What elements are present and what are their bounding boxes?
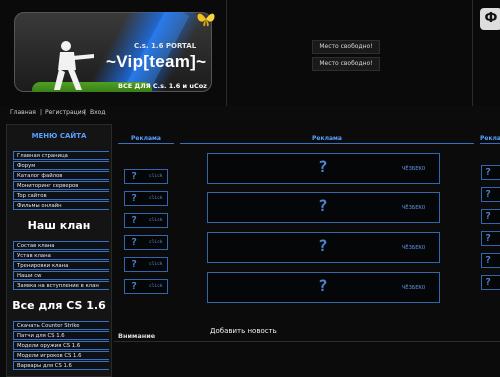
nav-login-link[interactable]: Вход [90,109,106,116]
small-ad-slot[interactable]: ? click [124,191,168,206]
logo-title: ~Vip[team]~ [106,52,207,71]
ad-tag: click [149,262,163,267]
sidebar-item-files[interactable]: Каталог файлов [13,171,109,180]
ad-tag: ЧЁЗБЕКО [402,285,426,291]
menu-title: МЕНЮ САЙТА [31,132,87,140]
site-header: C.s. 1.6 PORTAL ~Vip[team]~ ВСЕ ДЛЯ C.s.… [0,0,500,106]
sidebar-item-cs-players[interactable]: Модели игроков CS 1.6 [13,351,109,360]
placeholder-icon: ? [485,233,492,244]
placeholder-icon: ? [131,193,138,204]
placeholder-icon: ? [131,259,138,270]
nav-home-link[interactable]: Главная [10,109,36,116]
sidebar-item-clan-roster[interactable]: Состав клана [13,241,109,250]
add-news-link[interactable]: Добавить новость [210,327,277,335]
header-divider [226,0,227,106]
ad-tag: ЧЁЗБЕКО [402,245,426,251]
sidebar-item-clan-join[interactable]: Заявка на вступление в клан [13,281,109,290]
nav-separator: | [84,109,87,116]
right-ad-header: Рекла [480,135,500,144]
left-ad-header: Реклама [118,135,174,144]
placeholder-icon: ? [131,281,138,292]
sidebar-item-clan-cw[interactable]: Наши cw [13,271,109,280]
placeholder-icon: ? [131,215,138,226]
nav-separator: | [40,109,43,116]
placeholder-icon: ? [318,196,328,215]
placeholder-icon: ? [485,255,492,266]
right-ad-slot[interactable]: ? [481,231,500,246]
wide-ad-slot[interactable]: ? ЧЁЗБЕКО [207,192,440,223]
placeholder-icon: ? [318,236,328,255]
logo-subtitle: C.s. 1.6 PORTAL [134,42,197,50]
butterfly-icon [197,13,215,27]
small-ad-slot[interactable]: ? click [124,279,168,294]
logo-tagline: ВСЕ ДЛЯ C.s. 1.6 и uCoz [118,82,207,90]
wide-ad-slot[interactable]: ? ЧЁЗБЕКО [207,232,440,263]
section-divider [114,341,500,342]
site-logo[interactable]: C.s. 1.6 PORTAL ~Vip[team]~ ВСЕ ДЛЯ C.s.… [14,12,212,92]
placeholder-icon: ? [485,167,492,178]
wide-ad-slot[interactable]: ? ЧЁЗБЕКО [207,153,440,184]
sidebar-item-clan-rules[interactable]: Устав клана [13,251,109,260]
ad-tag: click [149,174,163,179]
top-nav: Главная | Регистрация | Вход [0,106,500,120]
banner-slot[interactable]: Место свободно! [312,57,380,71]
placeholder-icon: ? [318,157,328,176]
header-divider [472,0,473,106]
sidebar-item-clan-training[interactable]: Тренировки клана [13,261,109,270]
sidebar-item-home[interactable]: Главная страница [13,151,109,160]
placeholder-icon: ? [318,276,328,295]
sidebar-item-forum[interactable]: Форум [13,161,109,170]
ad-tag: click [149,218,163,223]
placeholder-icon: ? [485,189,492,200]
placeholder-icon: ? [131,171,138,182]
ad-tag: ЧЁЗБЕКО [402,166,426,172]
right-ad-slot[interactable]: ? [481,187,500,202]
small-ad-slot[interactable]: ? click [124,169,168,184]
sidebar-item-cs-download[interactable]: Скачать Counter Strike [13,321,109,330]
placeholder-icon: ? [131,237,138,248]
sidebar-item-cs-weapons[interactable]: Модели оружия CS 1.6 [13,341,109,350]
sidebar-item-cs-patches[interactable]: Патчи для CS 1.6 [13,331,109,340]
placeholder-icon: ? [485,211,492,222]
sidebar-item-top[interactable]: Top сайтов [13,191,109,200]
right-ad-slot[interactable]: ? [481,209,500,224]
nav-register-link[interactable]: Регистрация [45,109,85,116]
ad-tag: click [149,284,163,289]
right-ad-slot[interactable]: ? [481,165,500,180]
main-content: Реклама Реклама Рекла ? click ? click ? … [114,124,500,375]
corner-logo[interactable]: Ф [480,8,500,30]
sidebar-item-cs-varvary[interactable]: Варвары для CS 1.6 [13,361,109,370]
banner-slot[interactable]: Место свободно! [312,40,380,54]
sidebar-item-movies[interactable]: Фильмы онлайн [13,201,109,210]
ad-tag: click [149,240,163,245]
small-ad-slot[interactable]: ? click [124,213,168,228]
sidebar-item-monitoring[interactable]: Мониторинг серверов [13,181,109,190]
sidebar: МЕНЮ САЙТА Главная страница Форум Катало… [6,124,112,377]
clan-heading: Наш клан [27,219,91,232]
right-ad-slot[interactable]: ? [481,275,500,290]
small-ad-slot[interactable]: ? click [124,257,168,272]
soldier-icon [54,41,94,90]
wide-ad-slot[interactable]: ? ЧЁЗБЕКО [207,272,440,303]
ad-tag: click [149,196,163,201]
right-ad-slot[interactable]: ? [481,253,500,268]
cs-heading: Все для CS 1.6 [12,299,106,312]
attention-heading: Внимание [118,332,156,340]
center-ad-header: Реклама [180,135,474,144]
ad-tag: ЧЁЗБЕКО [402,205,426,211]
small-ad-slot[interactable]: ? click [124,235,168,250]
placeholder-icon: ? [485,277,492,288]
